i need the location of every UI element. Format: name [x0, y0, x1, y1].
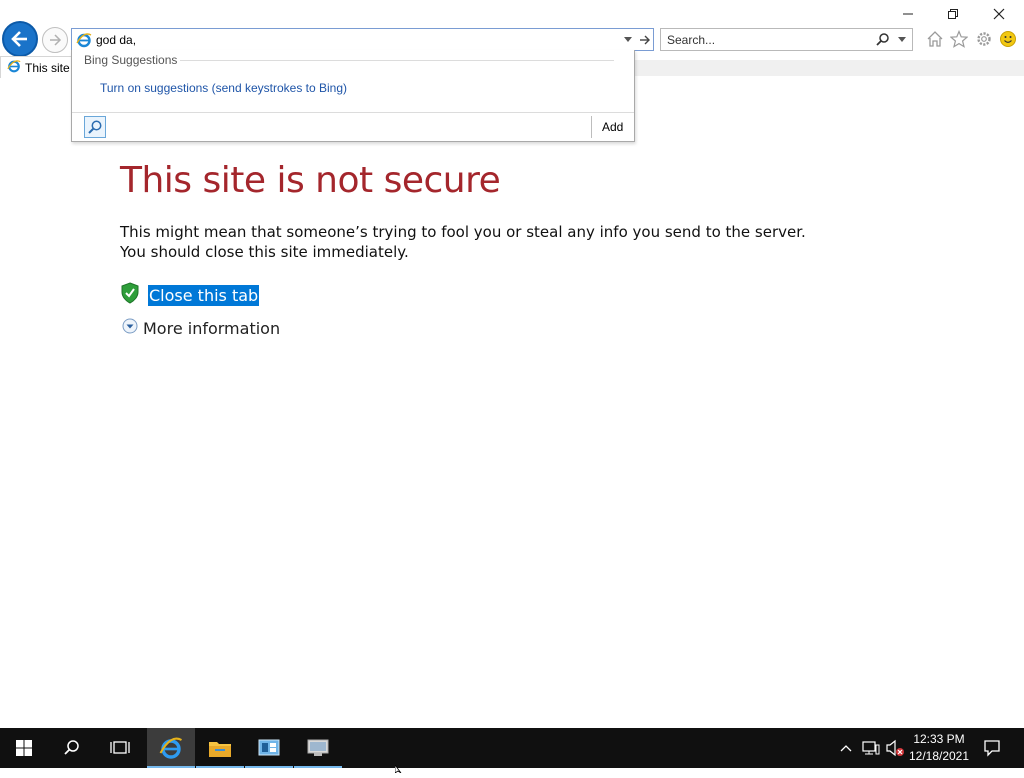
taskbar-app-button[interactable] — [294, 728, 342, 768]
more-information-link[interactable]: More information — [122, 318, 280, 339]
tab-current[interactable]: This site is not secure — [0, 56, 72, 78]
go-arrow-icon[interactable] — [636, 29, 654, 50]
search-icon — [64, 740, 79, 755]
close-tab-label[interactable]: Close this tab — [148, 285, 260, 306]
address-input[interactable] — [96, 29, 616, 50]
task-view-icon — [110, 741, 130, 754]
chevron-down-icon — [122, 318, 138, 339]
taskbar-search-button[interactable] — [48, 728, 96, 768]
search-box[interactable] — [660, 28, 913, 51]
taskbar: 12:33 PM 12/18/2021 — [0, 728, 1024, 768]
taskbar-server-manager-button[interactable] — [245, 728, 293, 768]
clock-date: 12/18/2021 — [908, 749, 970, 763]
close-icon — [993, 8, 1005, 20]
address-suggestions-dropdown: Bing Suggestions Turn on suggestions (se… — [71, 50, 635, 142]
shield-check-icon — [120, 282, 140, 309]
page-title: This site is not secure — [120, 160, 501, 201]
tab-title: This site is not secure — [25, 60, 71, 75]
start-button[interactable] — [0, 728, 48, 768]
internet-explorer-icon — [159, 737, 182, 759]
windows-icon — [16, 740, 32, 756]
back-button[interactable] — [2, 21, 38, 57]
search-provider-button[interactable] — [84, 116, 106, 138]
notification-icon — [984, 740, 1000, 757]
divider — [72, 112, 634, 113]
minimize-button[interactable] — [885, 2, 931, 26]
internet-explorer-icon — [7, 59, 21, 76]
close-window-button[interactable] — [976, 2, 1022, 26]
control-panel-icon — [307, 739, 329, 756]
action-center-button[interactable] — [978, 728, 1006, 768]
show-desktop-button[interactable] — [1014, 728, 1024, 768]
close-tab-link[interactable]: Close this tab — [120, 282, 260, 309]
forward-button[interactable] — [42, 27, 68, 53]
chevron-up-icon — [840, 745, 852, 752]
address-bar[interactable] — [71, 28, 654, 51]
page-description: This might mean that someone’s trying to… — [120, 223, 806, 261]
tab-strip — [634, 60, 1024, 76]
restore-button[interactable] — [930, 2, 976, 26]
mouse-cursor-icon — [394, 760, 405, 778]
taskbar-file-explorer-button[interactable] — [196, 728, 244, 768]
clock-time: 12:33 PM — [913, 732, 965, 746]
taskbar-ie-button[interactable] — [147, 728, 195, 768]
add-search-provider-button[interactable]: Add — [602, 120, 623, 134]
back-arrow-icon — [11, 31, 27, 47]
server-manager-icon — [258, 739, 280, 756]
more-information-label: More information — [143, 319, 281, 338]
suggestions-heading: Bing Suggestions — [84, 53, 178, 67]
folder-icon — [209, 742, 231, 757]
divider — [180, 60, 614, 61]
address-dropdown-icon[interactable] — [621, 29, 635, 50]
network-icon[interactable] — [860, 728, 882, 768]
home-icon[interactable] — [925, 29, 945, 49]
search-icon — [88, 120, 102, 134]
smiley-icon[interactable] — [998, 29, 1018, 49]
restore-icon — [948, 9, 958, 19]
search-input[interactable] — [667, 29, 867, 50]
minimize-icon — [903, 13, 913, 15]
ie-window: This site is not secure Bing Suggestions… — [0, 0, 1024, 728]
search-dropdown-icon[interactable] — [895, 29, 909, 50]
task-view-button[interactable] — [96, 728, 144, 768]
volume-muted-icon[interactable] — [884, 728, 906, 768]
turn-on-suggestions-link[interactable]: Turn on suggestions (send keystrokes to … — [100, 81, 347, 95]
divider — [591, 116, 592, 138]
search-icon[interactable] — [876, 32, 890, 51]
show-hidden-icons-button[interactable] — [836, 728, 856, 768]
star-icon[interactable] — [949, 29, 969, 49]
gear-icon[interactable] — [974, 29, 994, 49]
forward-arrow-icon — [50, 34, 62, 46]
system-clock[interactable]: 12:33 PM 12/18/2021 — [905, 731, 973, 765]
